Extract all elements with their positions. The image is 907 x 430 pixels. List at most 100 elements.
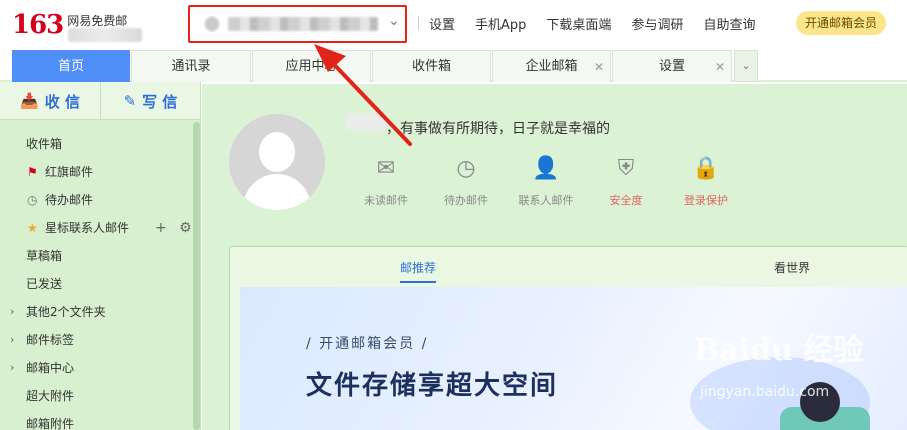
nav-mobile-app[interactable]: 手机App (475, 14, 526, 33)
folder-label: 草稿箱 (26, 249, 63, 263)
compose-mail-button[interactable]: ✎ 写 信 (100, 82, 200, 120)
quick-login-protect[interactable]: 🔒 登录保护 (666, 154, 746, 208)
tab-settings[interactable]: 设置 ✕ (612, 50, 732, 82)
tab-contacts[interactable]: 通讯录 (131, 50, 251, 82)
tab-label: 通讯录 (171, 59, 211, 74)
star-icon: ★ (27, 221, 38, 235)
avatar[interactable] (229, 114, 325, 210)
nav-settings[interactable]: 设置 (429, 14, 455, 33)
logo-text: 网易免费邮 (67, 14, 128, 28)
chevron-right-icon[interactable]: › (10, 298, 14, 326)
quick-security[interactable]: ⛨ 安全度 (586, 154, 666, 208)
logo-number: 163 (12, 10, 64, 40)
nav-survey[interactable]: 参与调研 (631, 14, 683, 33)
account-address-blurred (228, 17, 378, 31)
quick-todo-mail[interactable]: ◷ 待办邮件 (426, 154, 506, 208)
nav-divider (418, 16, 419, 30)
panel-tab-recommend[interactable]: 邮推荐 (400, 259, 437, 283)
avatar-body (243, 174, 311, 210)
nav-desktop-download[interactable]: 下载桌面端 (546, 14, 611, 33)
banner-title: 文件存储享超大空间 (306, 371, 559, 401)
quick-link-label: 待办邮件 (444, 194, 488, 207)
sidebar-scrollbar[interactable] (193, 122, 200, 430)
quick-link-label: 未读邮件 (364, 194, 408, 207)
folder-other[interactable]: › 其他2个文件夹 (0, 298, 194, 326)
avatar-head (259, 132, 295, 172)
pen-icon: ✎ (123, 92, 137, 110)
clock-icon: ◷ (456, 156, 476, 181)
tab-enterprise-mail[interactable]: 企业邮箱 ✕ (492, 50, 611, 82)
baidu-watermark-url: jingyan.baidu.com (700, 384, 830, 400)
folder-label: 收件箱 (26, 137, 63, 151)
tab-label: 首页 (57, 59, 84, 74)
folder-tools[interactable]: + ⚙ (155, 214, 196, 242)
user-name-blurred (68, 28, 142, 42)
inbox-download-icon: 📥 (20, 92, 39, 110)
folder-label: 邮箱附件 (26, 417, 75, 430)
banner-subtitle: / 开通邮箱会员 / (306, 336, 429, 352)
top-header: 163 网易免费邮 ⌄ 设置 手机App 下载桌面端 参与调研 自助查询 开通邮… (0, 0, 907, 46)
folder-label: 星标联系人邮件 (45, 221, 130, 235)
baidu-watermark: Baidu 经验 (694, 333, 864, 368)
tab-label: 收件箱 (411, 59, 451, 74)
folder-starred-contacts[interactable]: ★ 星标联系人邮件 + ⚙ (0, 214, 194, 242)
flag-icon: ⚑ (27, 165, 38, 179)
account-status-icon (204, 16, 220, 32)
receive-mail-button[interactable]: 📥 收 信 (0, 82, 100, 120)
folder-flagged[interactable]: ⚑ 红旗邮件 (0, 158, 194, 186)
folder-label: 邮件标签 (26, 333, 75, 347)
folder-mail-center[interactable]: › 邮箱中心 (0, 354, 194, 382)
top-nav: 设置 手机App 下载桌面端 参与调研 自助查询 (418, 0, 775, 46)
tab-inbox[interactable]: 收件箱 (372, 50, 491, 82)
tab-label: 应用中心 (285, 59, 338, 74)
lock-icon: 🔒 (692, 156, 720, 181)
open-vip-button[interactable]: 开通邮箱会员 (796, 11, 886, 35)
greeting-text: ，有事做有所期待，日子就是幸福的 (386, 121, 610, 137)
quick-contact-mail[interactable]: 👤 联系人邮件 (506, 154, 586, 208)
tab-overflow-button[interactable]: ⌄ (734, 50, 758, 82)
folder-label: 红旗邮件 (45, 165, 94, 179)
home-content: ，有事做有所期待，日子就是幸福的 ✉ 未读邮件 ◷ 待办邮件 👤 联系人邮件 ⛨… (202, 84, 907, 430)
tab-label: 企业邮箱 (525, 59, 578, 74)
folder-inbox[interactable]: 收件箱 (0, 130, 194, 158)
tab-bar: 首页 通讯录 应用中心 收件箱 企业邮箱 ✕ 设置 ✕ ⌄ (0, 46, 907, 82)
clock-icon: ◷ (27, 193, 38, 207)
mail-actions: 📥 收 信 ✎ 写 信 (0, 82, 200, 120)
compose-label: 写 信 (142, 92, 178, 111)
quick-link-label: 联系人邮件 (518, 194, 574, 207)
chevron-down-icon: ⌄ (741, 59, 751, 72)
chevron-right-icon[interactable]: › (10, 354, 14, 382)
close-icon[interactable]: ✕ (594, 51, 604, 83)
folder-label: 已发送 (26, 277, 63, 291)
folder-label: 待办邮件 (45, 193, 94, 207)
folder-label: 邮箱中心 (26, 361, 75, 375)
nav-self-service[interactable]: 自助查询 (703, 14, 755, 33)
user-name-blurred (346, 114, 386, 130)
quick-link-label: 安全度 (609, 194, 643, 207)
receive-label: 收 信 (44, 92, 80, 111)
quick-unread-mail[interactable]: ✉ 未读邮件 (346, 154, 426, 208)
folder-large-attachments[interactable]: 超大附件 (0, 382, 194, 410)
folder-label: 其他2个文件夹 (26, 305, 106, 319)
mail-icon: ✉ (376, 156, 396, 181)
panel-tab-world[interactable]: 看世界 (774, 259, 810, 276)
folder-sent[interactable]: 已发送 (0, 270, 194, 298)
tab-label: 设置 (658, 59, 685, 74)
folder-todo[interactable]: ◷ 待办邮件 (0, 186, 194, 214)
contact-icon: 👤 (532, 156, 560, 181)
tab-app-center[interactable]: 应用中心 (252, 50, 371, 82)
quick-links: ✉ 未读邮件 ◷ 待办邮件 👤 联系人邮件 ⛨ 安全度 🔒 登录保护 (346, 154, 746, 208)
folder-attachments[interactable]: 邮箱附件 (0, 410, 194, 430)
tab-home[interactable]: 首页 (12, 50, 130, 82)
folder-tags[interactable]: › 邮件标签 (0, 326, 194, 354)
folder-drafts[interactable]: 草稿箱 (0, 242, 194, 270)
chevron-down-icon: ⌄ (388, 13, 400, 29)
shield-icon: ⛨ (617, 156, 635, 181)
chevron-right-icon[interactable]: › (10, 326, 14, 354)
quick-link-label: 登录保护 (684, 194, 728, 207)
sidebar: 📥 收 信 ✎ 写 信 收件箱 ⚑ 红旗邮件 ◷ 待办邮件 ★ 星标联系人邮件 … (0, 82, 201, 430)
account-selector[interactable]: ⌄ (188, 5, 407, 43)
close-icon[interactable]: ✕ (715, 51, 725, 83)
folder-label: 超大附件 (26, 389, 75, 403)
folder-list: 收件箱 ⚑ 红旗邮件 ◷ 待办邮件 ★ 星标联系人邮件 + ⚙ 草稿箱 已发送 … (0, 130, 194, 430)
